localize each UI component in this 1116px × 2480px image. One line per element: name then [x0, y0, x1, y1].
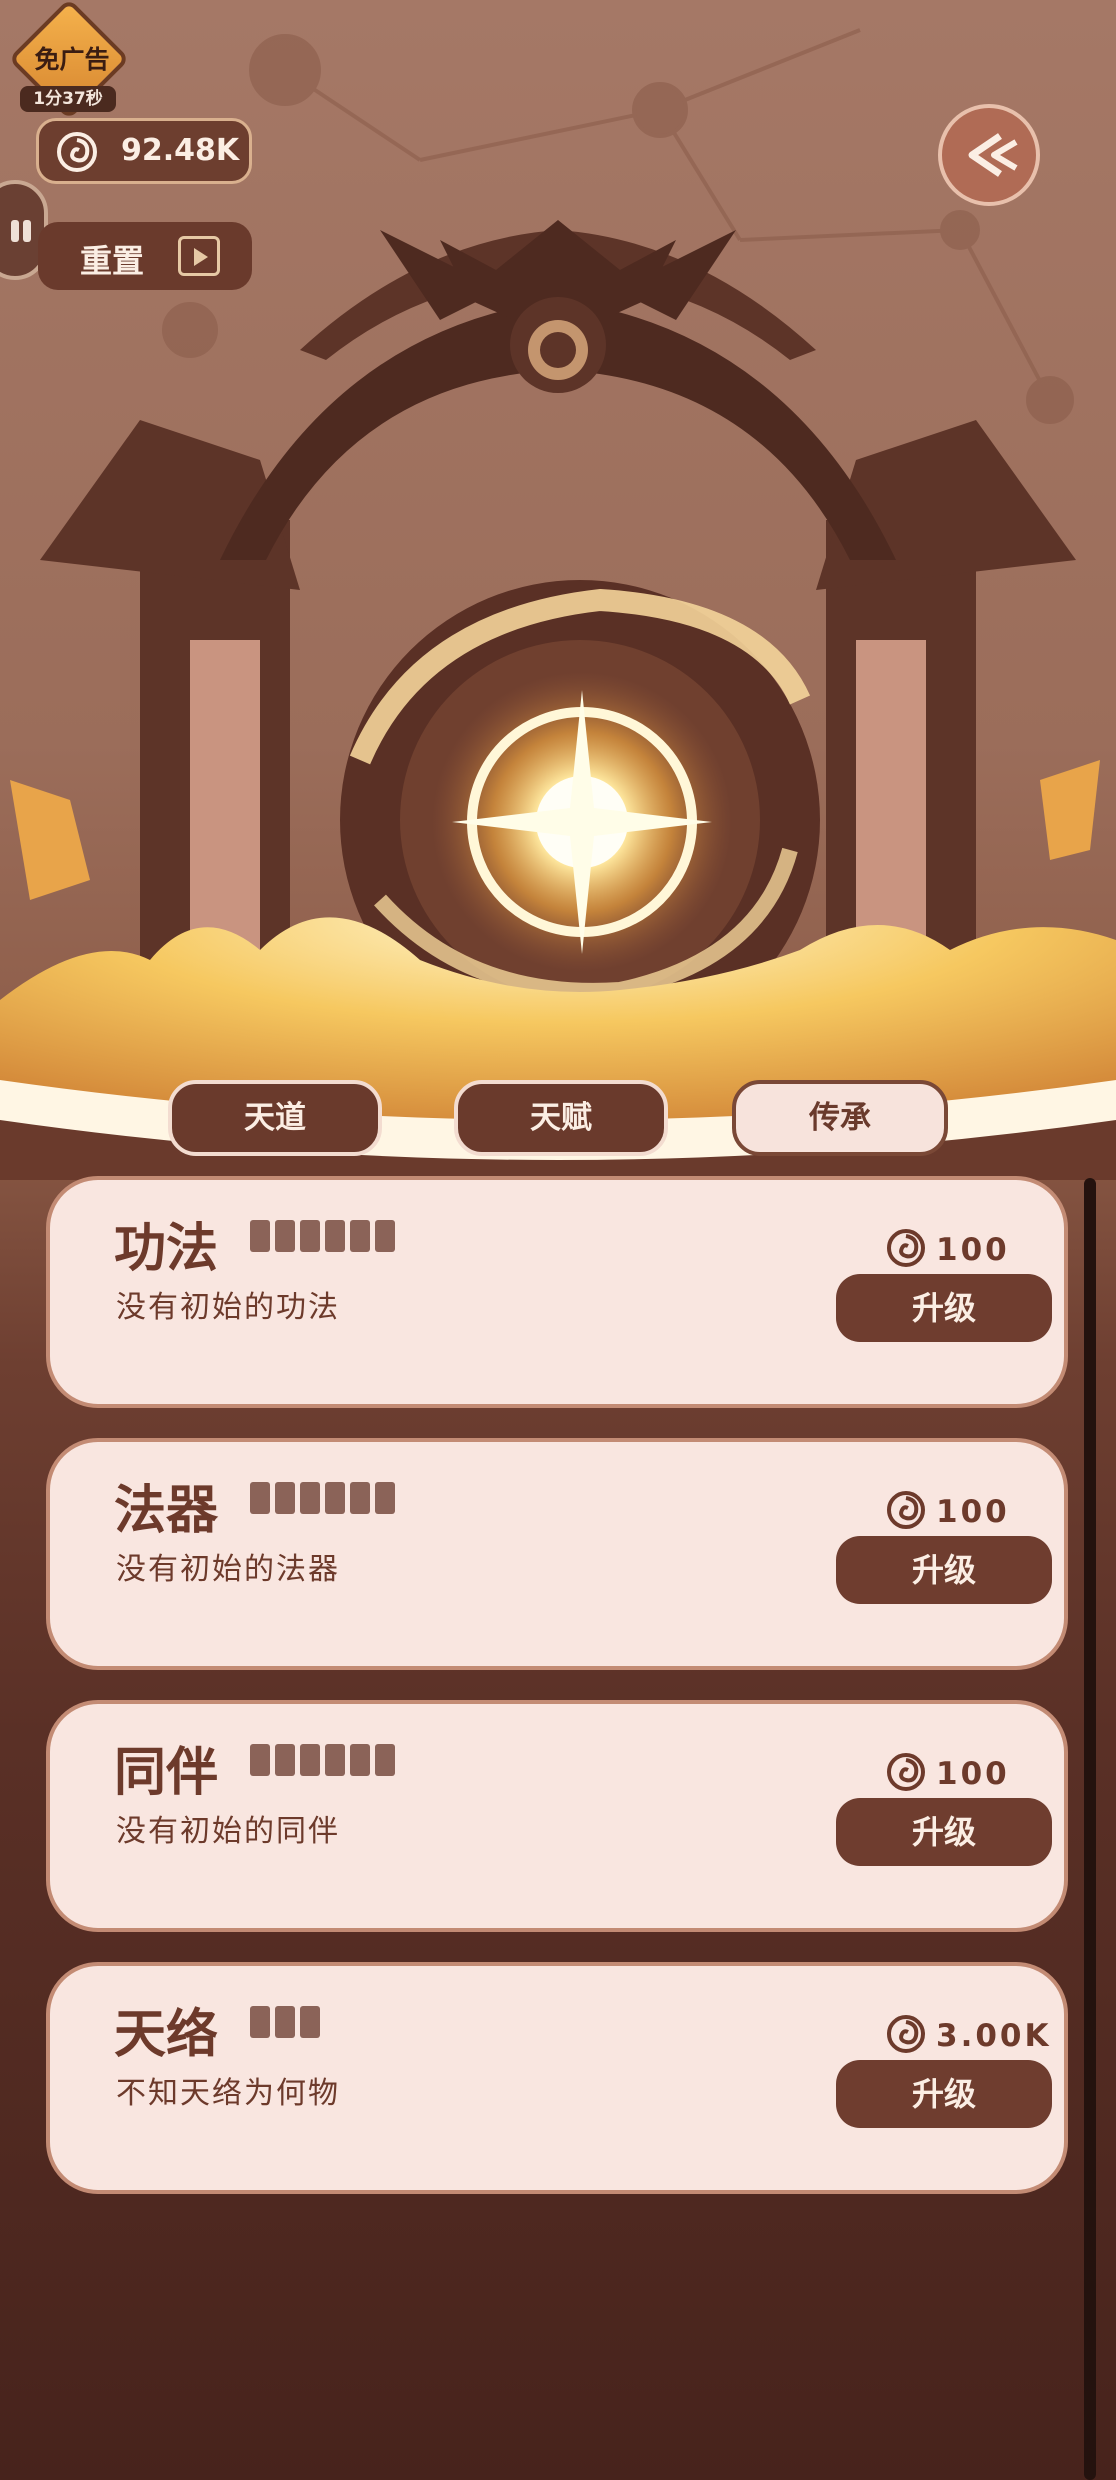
upgrade-card-faqi: 法器 没有初始的法器 100 升级: [46, 1438, 1068, 1670]
video-play-icon: [178, 236, 220, 276]
upgrade-button[interactable]: 升级: [836, 1798, 1052, 1866]
card-description: 没有初始的功法: [116, 1290, 340, 1325]
cost-value: 3.00K: [936, 2018, 1052, 2054]
level-pips: [250, 1744, 400, 1778]
level-pips: [250, 1220, 400, 1254]
card-title: 功法: [114, 1219, 219, 1279]
card-description: 不知天络为何物: [116, 2076, 340, 2111]
no-ads-badge[interactable]: 免广告 1分37秒: [8, 0, 130, 120]
spiral-coin-icon: [887, 1229, 925, 1267]
back-button[interactable]: [938, 104, 1040, 206]
level-pips: [250, 1482, 400, 1516]
cost-value: 100: [936, 1756, 1010, 1792]
pause-icon-bar: [23, 220, 31, 242]
double-chevron-left-icon: [968, 133, 1018, 177]
reset-label: 重置: [80, 242, 145, 280]
scrollbar[interactable]: [1084, 1178, 1096, 2480]
tab-bar: 天道 天赋 传承: [0, 1080, 1116, 1160]
upgrade-button[interactable]: 升级: [836, 1274, 1052, 1342]
no-ads-label: 免广告: [34, 45, 110, 74]
currency-display: 92.48K: [36, 118, 252, 184]
tab-label: 天赋: [530, 1100, 592, 1136]
tab-chuancheng[interactable]: 传承: [732, 1080, 948, 1156]
upgrade-card-tianluo: 天络 不知天络为何物 3.00K 升级: [46, 1962, 1068, 2194]
card-description: 没有初始的法器: [116, 1552, 340, 1587]
card-title: 同伴: [114, 1743, 219, 1803]
upgrade-button[interactable]: 升级: [836, 1536, 1052, 1604]
upgrade-card-tongban: 同伴 没有初始的同伴 100 升级: [46, 1700, 1068, 1932]
currency-value: 92.48K: [121, 133, 240, 168]
spiral-coin-icon: [887, 2015, 925, 2053]
upgrade-button[interactable]: 升级: [836, 2060, 1052, 2128]
ad-timer: 1分37秒: [20, 86, 116, 112]
tab-tiandao[interactable]: 天道: [168, 1080, 382, 1156]
tab-tianfu[interactable]: 天赋: [454, 1080, 668, 1156]
spiral-coin-icon: [57, 132, 97, 172]
card-title: 天络: [114, 2005, 219, 2065]
pause-icon: [11, 220, 19, 242]
spiral-coin-icon: [887, 1753, 925, 1791]
upgrade-card-gongfa: 功法 没有初始的功法 100 升级: [46, 1176, 1068, 1408]
level-pips: [250, 2006, 325, 2040]
cost-value: 100: [936, 1494, 1010, 1530]
tab-label: 传承: [809, 1100, 871, 1136]
cost-value: 100: [936, 1232, 1010, 1268]
card-title: 法器: [114, 1481, 219, 1541]
card-description: 没有初始的同伴: [116, 1814, 340, 1849]
tab-label: 天道: [244, 1100, 306, 1136]
reset-button[interactable]: 重置: [38, 222, 252, 290]
spiral-coin-icon: [887, 1491, 925, 1529]
